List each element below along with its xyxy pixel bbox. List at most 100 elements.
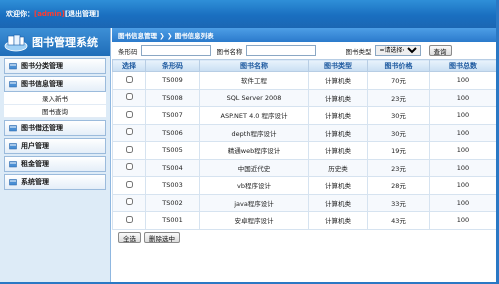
table-row: TS001 安卓程序设计 计算机类 43元 100 [112, 211, 497, 230]
delete-selected-button[interactable]: 删除选中 [144, 232, 180, 243]
sidebar-subitem-search-book[interactable]: 图书查询 [4, 105, 106, 118]
sidebar-item-category[interactable]: 图书分类管理 [4, 58, 106, 74]
sidebar-item-users[interactable]: 用户管理 [4, 138, 106, 154]
book-name-input[interactable] [245, 45, 316, 56]
sidebar: 图书管理系统 图书分类管理 图书信息管理 录入新书 图书查询 图书借还管理 用户… [0, 28, 111, 284]
row-total: 100 [429, 193, 497, 212]
folder-icon [9, 81, 17, 88]
row-checkbox[interactable] [125, 198, 133, 206]
row-book-type: 计算机类 [308, 211, 368, 230]
column-header-total: 图书总数 [429, 59, 497, 72]
sidebar-item-borrow-return[interactable]: 图书借还管理 [4, 120, 106, 136]
table-row: TS005 精通web程序设计 计算机类 19元 100 [112, 141, 497, 160]
row-total: 100 [429, 106, 497, 125]
sidebar-item-book-info[interactable]: 图书信息管理 [4, 76, 106, 92]
row-total: 100 [429, 141, 497, 160]
system-title-bar: 图书管理系统 [0, 28, 110, 56]
row-checkbox[interactable] [125, 145, 133, 153]
column-header-name: 图书名称 [199, 59, 309, 72]
row-book-type: 计算机类 [308, 106, 368, 125]
row-barcode: TS001 [145, 211, 200, 230]
row-price: 70元 [367, 71, 430, 90]
row-barcode: TS003 [145, 176, 200, 195]
row-barcode: TS002 [145, 193, 200, 212]
book-table: 选择 条形码 图书名称 图书类型 图书价格 图书总数 TS009 软件工程 计算机类… [112, 59, 497, 230]
row-checkbox[interactable] [125, 215, 133, 223]
row-book-name: ASP.NET 4.0 程序设计 [199, 106, 309, 125]
row-select-cell [112, 88, 146, 107]
barcode-input[interactable] [140, 45, 211, 56]
row-book-name: SQL Server 2008 [199, 88, 309, 107]
row-book-type: 计算机类 [308, 141, 368, 160]
row-price: 30元 [367, 106, 430, 125]
welcome-area: 欢迎你：[admin][退出管理] [6, 9, 99, 19]
row-barcode: TS006 [145, 123, 200, 142]
row-checkbox[interactable] [125, 75, 133, 83]
table-row: TS006 depth程序设计 计算机类 30元 100 [112, 123, 497, 142]
row-price: 19元 [367, 141, 430, 160]
row-price: 28元 [367, 176, 430, 195]
table-row: TS007 ASP.NET 4.0 程序设计 计算机类 30元 100 [112, 106, 497, 125]
table-header-row: 选择 条形码 图书名称 图书类型 图书价格 图书总数 [112, 59, 497, 72]
row-book-type: 计算机类 [308, 176, 368, 195]
sidebar-item-rent[interactable]: 租金管理 [4, 156, 106, 172]
row-select-cell [112, 141, 146, 160]
table-actions: 全选 删除选中 [112, 230, 496, 246]
sidebar-item-label: 图书借还管理 [21, 124, 63, 132]
table-row: TS008 SQL Server 2008 计算机类 23元 100 [112, 88, 497, 107]
row-book-type: 计算机类 [308, 71, 368, 90]
table-body: TS009 软件工程 计算机类 70元 100 TS008 SQL Server 2008 计… [112, 71, 497, 230]
folder-icon [9, 143, 17, 150]
top-bar: 欢迎你：[admin][退出管理] [0, 0, 499, 28]
row-book-type: 历史类 [308, 158, 368, 177]
row-barcode: TS005 [145, 141, 200, 160]
row-price: 33元 [367, 193, 430, 212]
row-total: 100 [429, 176, 497, 195]
row-checkbox[interactable] [125, 163, 133, 171]
logout-link[interactable]: [退出管理] [65, 10, 99, 18]
sidebar-subitem-add-book[interactable]: 录入新书 [4, 92, 106, 105]
folder-icon [9, 179, 17, 186]
row-select-cell [112, 176, 146, 195]
folder-icon [9, 161, 17, 168]
row-book-type: 计算机类 [308, 123, 368, 142]
row-select-cell [112, 106, 146, 125]
select-all-button[interactable]: 全选 [118, 232, 141, 243]
row-select-cell [112, 211, 146, 230]
search-button[interactable]: 查询 [428, 45, 452, 56]
system-title: 图书管理系统 [32, 36, 98, 49]
column-header-type: 图书类型 [308, 59, 368, 72]
welcome-label: 欢迎你： [6, 10, 34, 18]
row-price: 43元 [367, 211, 430, 230]
row-book-name: 中国近代史 [199, 158, 309, 177]
sidebar-item-label: 图书信息管理 [21, 80, 63, 88]
table-row: TS004 中国近代史 历史类 23元 100 [112, 158, 497, 177]
row-checkbox[interactable] [125, 180, 133, 188]
row-select-cell [112, 123, 146, 142]
book-type-select[interactable]: =请选择= [374, 45, 421, 56]
row-select-cell [112, 158, 146, 177]
book-type-label: 图书类型 [345, 47, 372, 56]
table-row: TS003 vb程序设计 计算机类 28元 100 [112, 176, 497, 195]
row-barcode: TS004 [145, 158, 200, 177]
row-checkbox[interactable] [125, 110, 133, 118]
row-book-name: 安卓程序设计 [199, 211, 309, 230]
table-row: TS009 软件工程 计算机类 70元 100 [112, 71, 497, 90]
row-checkbox[interactable] [125, 128, 133, 136]
row-barcode: TS008 [145, 88, 200, 107]
row-total: 100 [429, 158, 497, 177]
row-book-name: java程序设计 [199, 193, 309, 212]
folder-icon [9, 125, 17, 132]
row-total: 100 [429, 88, 497, 107]
row-checkbox[interactable] [125, 93, 133, 101]
sidebar-item-system[interactable]: 系统管理 [4, 174, 106, 190]
row-total: 100 [429, 71, 497, 90]
row-book-name: 软件工程 [199, 71, 309, 90]
row-select-cell [112, 193, 146, 212]
books-logo-icon [4, 32, 28, 52]
row-total: 100 [429, 123, 497, 142]
sidebar-item-label: 租金管理 [21, 160, 49, 168]
sidebar-item-label: 用户管理 [21, 142, 49, 150]
username: [admin] [34, 10, 65, 18]
row-book-type: 计算机类 [308, 193, 368, 212]
